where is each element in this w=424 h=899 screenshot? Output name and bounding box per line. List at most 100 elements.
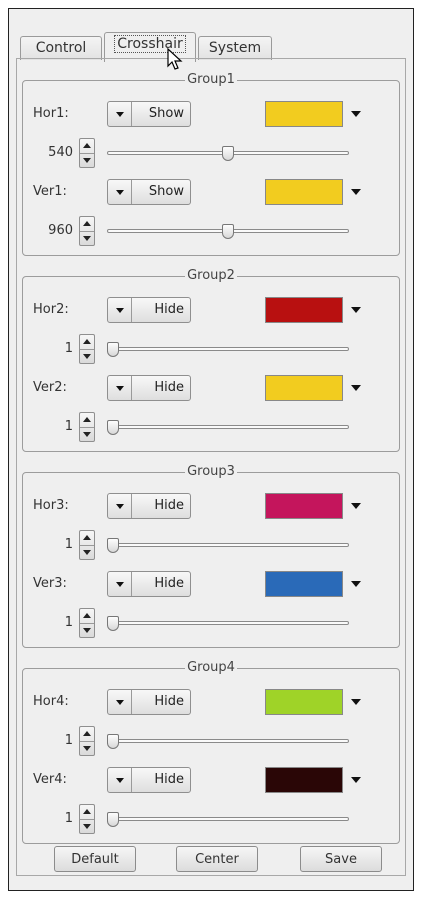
visibility-value: Hide bbox=[154, 694, 184, 709]
group-box-1: Group1 Hor1: Show 540 Ver1: Show 960 bbox=[22, 72, 400, 256]
color-dropdown-arrow-icon[interactable] bbox=[351, 581, 361, 587]
group-title: Group4 bbox=[23, 660, 399, 676]
line-label: Hor1: bbox=[33, 106, 69, 121]
position-slider[interactable] bbox=[107, 538, 349, 553]
color-swatch[interactable] bbox=[265, 375, 343, 401]
mouse-cursor-icon bbox=[167, 48, 183, 70]
color-swatch[interactable] bbox=[265, 571, 343, 597]
position-slider[interactable] bbox=[107, 420, 349, 435]
position-stepper[interactable] bbox=[79, 412, 95, 442]
color-dropdown-arrow-icon[interactable] bbox=[351, 777, 361, 783]
position-value: 960 bbox=[48, 223, 73, 238]
default-button[interactable]: Default bbox=[54, 846, 136, 872]
slider-handle[interactable] bbox=[107, 420, 119, 435]
color-swatch[interactable] bbox=[265, 689, 343, 715]
color-dropdown-arrow-icon[interactable] bbox=[351, 699, 361, 705]
position-value: 540 bbox=[48, 145, 73, 160]
position-value: 1 bbox=[64, 615, 73, 630]
visibility-dropdown[interactable]: Hide bbox=[107, 689, 191, 715]
position-stepper[interactable] bbox=[79, 530, 95, 560]
color-dropdown-arrow-icon[interactable] bbox=[351, 385, 361, 391]
stepper-up-icon[interactable] bbox=[80, 139, 94, 153]
slider-handle[interactable] bbox=[107, 734, 119, 749]
position-value: 1 bbox=[64, 811, 73, 826]
group-title-label: Group4 bbox=[185, 660, 237, 675]
line-label: Ver4: bbox=[33, 772, 67, 787]
chevron-down-icon bbox=[108, 298, 132, 322]
stepper-down-icon[interactable] bbox=[80, 545, 94, 559]
stepper-up-icon[interactable] bbox=[80, 413, 94, 427]
position-stepper[interactable] bbox=[79, 334, 95, 364]
position-stepper[interactable] bbox=[79, 804, 95, 834]
position-slider[interactable] bbox=[107, 616, 349, 631]
line-label: Ver3: bbox=[33, 576, 67, 591]
slider-handle[interactable] bbox=[107, 538, 119, 553]
visibility-value: Hide bbox=[154, 576, 184, 591]
color-swatch[interactable] bbox=[265, 493, 343, 519]
position-stepper[interactable] bbox=[79, 608, 95, 638]
color-dropdown-arrow-icon[interactable] bbox=[351, 503, 361, 509]
color-swatch[interactable] bbox=[265, 297, 343, 323]
visibility-dropdown[interactable]: Hide bbox=[107, 767, 191, 793]
group-title: Group2 bbox=[23, 268, 399, 284]
stepper-down-icon[interactable] bbox=[80, 349, 94, 363]
stepper-up-icon[interactable] bbox=[80, 531, 94, 545]
position-slider[interactable] bbox=[107, 812, 349, 827]
line-label: Ver2: bbox=[33, 380, 67, 395]
color-dropdown-arrow-icon[interactable] bbox=[351, 111, 361, 117]
visibility-dropdown[interactable]: Hide bbox=[107, 493, 191, 519]
visibility-dropdown[interactable]: Hide bbox=[107, 571, 191, 597]
slider-handle[interactable] bbox=[222, 146, 234, 161]
color-swatch[interactable] bbox=[265, 179, 343, 205]
tab-system-label: System bbox=[208, 40, 262, 56]
visibility-dropdown[interactable]: Show bbox=[107, 179, 191, 205]
tab-system[interactable]: System bbox=[198, 36, 272, 60]
position-stepper[interactable] bbox=[79, 726, 95, 756]
stepper-down-icon[interactable] bbox=[80, 231, 94, 245]
group-title-label: Group2 bbox=[185, 268, 237, 283]
position-slider[interactable] bbox=[107, 734, 349, 749]
color-swatch[interactable] bbox=[265, 767, 343, 793]
position-slider[interactable] bbox=[107, 224, 349, 239]
stepper-down-icon[interactable] bbox=[80, 819, 94, 833]
visibility-dropdown[interactable]: Hide bbox=[107, 375, 191, 401]
chevron-down-icon bbox=[108, 180, 132, 204]
slider-handle[interactable] bbox=[222, 224, 234, 239]
stepper-down-icon[interactable] bbox=[80, 623, 94, 637]
slider-handle[interactable] bbox=[107, 616, 119, 631]
color-dropdown-arrow-icon[interactable] bbox=[351, 307, 361, 313]
tab-control[interactable]: Control bbox=[20, 36, 102, 60]
stepper-up-icon[interactable] bbox=[80, 217, 94, 231]
chevron-down-icon bbox=[108, 494, 132, 518]
slider-handle[interactable] bbox=[107, 342, 119, 357]
slider-track bbox=[107, 347, 349, 351]
save-button[interactable]: Save bbox=[300, 846, 382, 872]
position-value: 1 bbox=[64, 537, 73, 552]
position-stepper[interactable] bbox=[79, 216, 95, 246]
color-dropdown-arrow-icon[interactable] bbox=[351, 189, 361, 195]
slider-handle[interactable] bbox=[107, 812, 119, 827]
stepper-down-icon[interactable] bbox=[80, 427, 94, 441]
visibility-value: Hide bbox=[154, 380, 184, 395]
group-title: Group1 bbox=[23, 72, 399, 88]
color-swatch[interactable] bbox=[265, 101, 343, 127]
stepper-down-icon[interactable] bbox=[80, 741, 94, 755]
group-box-3: Group3 Hor3: Hide 1 Ver3: Hide 1 bbox=[22, 464, 400, 648]
slider-track bbox=[107, 425, 349, 429]
stepper-up-icon[interactable] bbox=[80, 727, 94, 741]
stepper-up-icon[interactable] bbox=[80, 805, 94, 819]
line-label: Ver1: bbox=[33, 184, 67, 199]
position-slider[interactable] bbox=[107, 146, 349, 161]
position-stepper[interactable] bbox=[79, 138, 95, 168]
stepper-down-icon[interactable] bbox=[80, 153, 94, 167]
visibility-dropdown[interactable]: Hide bbox=[107, 297, 191, 323]
visibility-dropdown[interactable]: Show bbox=[107, 101, 191, 127]
group-box-4: Group4 Hor4: Hide 1 Ver4: Hide 1 bbox=[22, 660, 400, 844]
visibility-value: Hide bbox=[154, 302, 184, 317]
chevron-down-icon bbox=[108, 102, 132, 126]
center-button[interactable]: Center bbox=[176, 846, 258, 872]
stepper-up-icon[interactable] bbox=[80, 609, 94, 623]
position-slider[interactable] bbox=[107, 342, 349, 357]
stepper-up-icon[interactable] bbox=[80, 335, 94, 349]
position-value: 1 bbox=[64, 419, 73, 434]
